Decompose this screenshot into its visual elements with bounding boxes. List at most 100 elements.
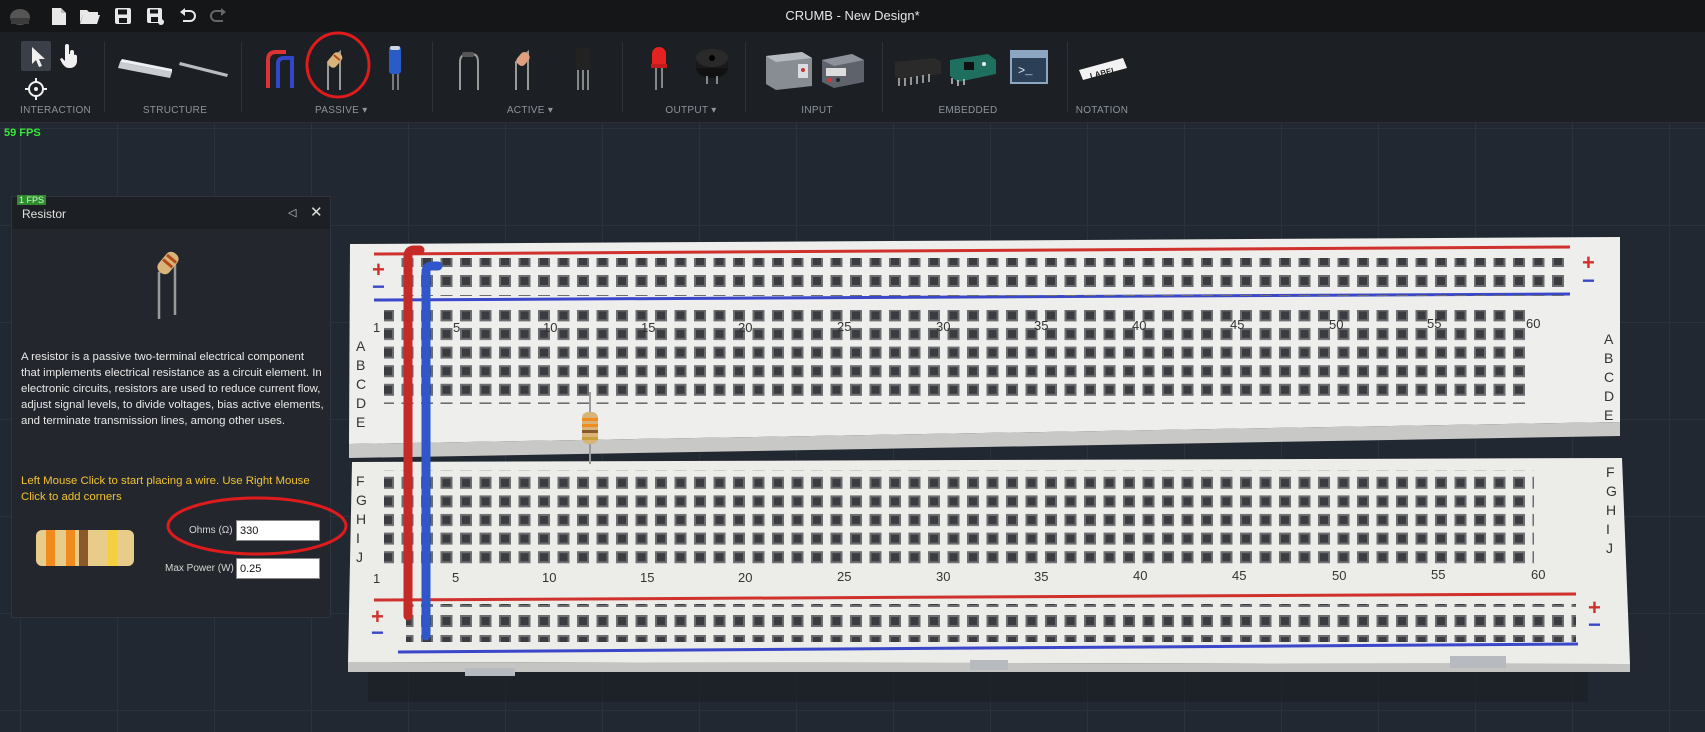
hand-pointer-icon xyxy=(60,44,77,68)
svg-text:J: J xyxy=(1606,540,1613,556)
hand-tool-button[interactable] xyxy=(54,41,84,71)
svg-text:45: 45 xyxy=(1230,317,1244,332)
group-label-active[interactable]: ACTIVE ▾ xyxy=(505,105,555,116)
ic-transistor-tool-button[interactable] xyxy=(572,44,596,97)
svg-text:H: H xyxy=(1606,502,1616,518)
toolbar-divider xyxy=(745,42,746,112)
breadboard-tool-button[interactable] xyxy=(118,54,174,85)
resistor-color-bands xyxy=(36,530,134,566)
svg-text:D: D xyxy=(356,395,366,411)
transistor-tool-button[interactable] xyxy=(510,46,540,97)
wire-tool-button[interactable] xyxy=(262,46,296,95)
fps-mini-badge: 1 FPS xyxy=(17,195,47,205)
highlight-circle-annotation xyxy=(166,496,348,556)
power-rail-bottom[interactable] xyxy=(406,604,1576,642)
label-tool-button[interactable]: LABEL xyxy=(1075,56,1129,89)
select-tool-button[interactable] xyxy=(21,41,51,71)
svg-text:60: 60 xyxy=(1526,316,1540,331)
wire-pair-icon xyxy=(266,50,294,88)
collapse-panel-icon[interactable]: ◁ xyxy=(288,206,296,219)
microcontroller-tool-button[interactable] xyxy=(948,50,998,91)
svg-text:C: C xyxy=(356,376,366,392)
breadboard-long-icon xyxy=(118,59,172,78)
ic-transistor-icon xyxy=(576,48,590,90)
breadboard[interactable]: + − + − + − + − 1 5 10 15 20 25 30 35 40… xyxy=(340,232,1640,702)
rail-minus-label: − xyxy=(1588,612,1601,637)
svg-text:20: 20 xyxy=(738,570,752,585)
buzzer-tool-button[interactable] xyxy=(694,46,730,91)
group-label-notation: NOTATION xyxy=(1075,105,1129,116)
transistor-icon xyxy=(515,49,530,90)
panel-header: 1 FPS Resistor ◁ ✕ xyxy=(12,195,330,229)
color-band xyxy=(108,530,117,566)
power-supply-icon xyxy=(822,54,864,88)
dropdown-caret-icon: ▾ xyxy=(547,105,554,116)
component-description: A resistor is a passive two-terminal ele… xyxy=(21,351,324,427)
svg-text:5: 5 xyxy=(453,320,460,335)
rail-minus-label: − xyxy=(372,274,385,299)
svg-text:A: A xyxy=(356,338,366,354)
svg-text:40: 40 xyxy=(1133,568,1147,583)
rod-icon xyxy=(179,62,228,77)
svg-text:1: 1 xyxy=(373,571,380,586)
max-power-label: Max Power (W) xyxy=(165,563,234,574)
svg-text:F: F xyxy=(1606,464,1615,480)
svg-text:I: I xyxy=(356,530,360,546)
power-rail-top[interactable] xyxy=(396,258,1566,296)
terminal-tool-button[interactable]: >_ xyxy=(1010,50,1048,84)
svg-text:E: E xyxy=(356,414,365,430)
toolbar-divider xyxy=(432,42,433,112)
label-tag-icon: LABEL xyxy=(1079,58,1127,81)
color-band xyxy=(79,530,88,566)
svg-text:50: 50 xyxy=(1332,568,1346,583)
dropdown-caret-icon: ▾ xyxy=(362,105,368,116)
svg-text:F: F xyxy=(356,473,365,489)
rod-tool-button[interactable] xyxy=(178,58,230,83)
led-icon xyxy=(651,47,667,90)
rail-minus-label: − xyxy=(371,620,384,645)
svg-text:15: 15 xyxy=(640,570,654,585)
svg-text:60: 60 xyxy=(1531,567,1545,582)
terminal-strip-bottom[interactable] xyxy=(384,470,1534,566)
led-tool-button[interactable] xyxy=(648,44,670,97)
component-toolbar: INTERACTION STRUCTURE PASSIVE ▾ ACTIVE ▾… xyxy=(0,32,1705,123)
battery-holder-tool-button[interactable] xyxy=(764,48,814,97)
dropdown-caret-icon: ▾ xyxy=(711,105,717,116)
resistor-preview-icon xyxy=(157,251,179,319)
svg-text:35: 35 xyxy=(1034,318,1048,333)
terminal-icon: >_ xyxy=(1012,52,1046,78)
svg-text:I: I xyxy=(1606,521,1610,537)
toolbar-divider xyxy=(622,42,623,112)
svg-text:50: 50 xyxy=(1329,317,1343,332)
output-label: OUTPUT xyxy=(665,105,709,116)
diode-tool-button[interactable] xyxy=(454,48,484,97)
highlight-circle-annotation xyxy=(305,31,371,99)
max-power-input[interactable] xyxy=(236,558,320,579)
panel-title: Resistor xyxy=(22,207,67,221)
app-window: CRUMB - New Design* INTERACTION STRUCTUR… xyxy=(0,0,1705,732)
terminal-prompt-text: >_ xyxy=(1018,64,1033,78)
capacitor-icon xyxy=(389,46,401,90)
passive-label: PASSIVE xyxy=(315,105,360,116)
buzzer-icon xyxy=(696,49,728,84)
toolbar-divider xyxy=(104,42,105,112)
capacitor-tool-button[interactable] xyxy=(386,44,406,97)
svg-text:1: 1 xyxy=(373,320,380,335)
svg-text:20: 20 xyxy=(738,320,752,335)
group-label-output[interactable]: OUTPUT ▾ xyxy=(665,105,717,116)
recenter-tool-button[interactable] xyxy=(21,74,51,104)
ic-chip-tool-button[interactable] xyxy=(893,54,943,93)
svg-text:E: E xyxy=(1604,407,1613,423)
close-icon[interactable]: ✕ xyxy=(310,203,323,221)
svg-text:35: 35 xyxy=(1034,569,1048,584)
group-label-passive[interactable]: PASSIVE ▾ xyxy=(315,105,368,116)
crosshair-icon xyxy=(25,78,47,100)
fps-counter: 59 FPS xyxy=(4,127,41,139)
title-bar: CRUMB - New Design* xyxy=(0,0,1705,32)
group-label-input: INPUT xyxy=(801,105,833,116)
window-title: CRUMB - New Design* xyxy=(785,8,920,23)
svg-text:B: B xyxy=(1604,350,1613,366)
ic-chip-icon xyxy=(895,58,941,86)
svg-text:G: G xyxy=(1606,483,1617,499)
power-supply-tool-button[interactable] xyxy=(820,50,866,95)
